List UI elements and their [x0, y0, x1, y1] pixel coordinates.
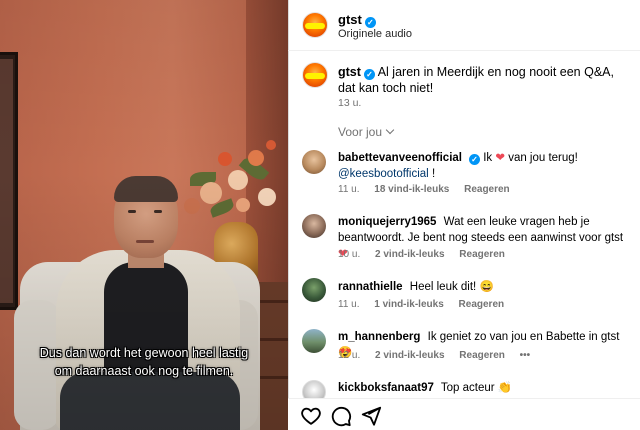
- share-icon[interactable]: [360, 405, 382, 427]
- comment-body: !: [431, 168, 436, 180]
- comment-sort-label: Voor jou: [338, 125, 383, 139]
- video-subtitle-line: om daarnaast ook nog te filmen.: [54, 364, 234, 378]
- comment-meta: 11 u. 1 vind-ik-leuks Reageren: [338, 299, 516, 310]
- caption-avatar[interactable]: [302, 62, 328, 88]
- comment-body: Ik: [483, 152, 493, 164]
- comment-likes[interactable]: 18 vind-ik-leuks: [374, 184, 449, 195]
- caption: gtst ✓ Al jaren in Meerdijk en nog nooit …: [338, 64, 634, 96]
- account-avatar[interactable]: [302, 12, 328, 38]
- chevron-down-icon: [385, 125, 395, 135]
- comment-username[interactable]: moniquejerry1965: [338, 216, 436, 228]
- comment-username[interactable]: babettevanveenofficial: [338, 152, 462, 164]
- reply-button[interactable]: Reageren: [464, 184, 510, 195]
- comment-avatar[interactable]: [302, 150, 326, 174]
- caption-time: 13 u.: [338, 97, 362, 109]
- comment-avatar[interactable]: [302, 329, 326, 353]
- comment-avatar[interactable]: [302, 214, 326, 238]
- comment-time: 10 u.: [338, 249, 361, 260]
- comment-username[interactable]: m_hannenberg: [338, 331, 420, 343]
- comment-text: rannathielle Heel leuk dit! 😄: [338, 279, 630, 295]
- comment-body: van jou terug!: [508, 152, 578, 164]
- comment-time: 11 u.: [338, 184, 360, 195]
- verified-icon: ✓: [468, 154, 480, 165]
- comment-likes[interactable]: 2 vind-ik-leuks: [375, 350, 444, 361]
- comment-username[interactable]: kickboksfanaat97: [338, 382, 434, 394]
- reply-button[interactable]: Reageren: [459, 299, 505, 310]
- more-icon[interactable]: •••: [520, 350, 531, 361]
- laughing-emoji: 😄: [479, 281, 494, 293]
- reply-button[interactable]: Reageren: [459, 350, 505, 361]
- divider: [288, 50, 640, 51]
- account-name-row[interactable]: gtst ✓: [338, 12, 376, 28]
- clap-emoji: 👏: [497, 382, 513, 394]
- verified-icon: ✓: [363, 69, 375, 80]
- comment-body: Ik geniet zo van jou en Babette in gtst: [427, 331, 620, 343]
- audio-label[interactable]: Originele audio: [338, 28, 412, 40]
- caption-text: Al jaren in Meerdijk en nog nooit een Q&…: [338, 65, 614, 95]
- account-name[interactable]: gtst: [338, 12, 362, 27]
- reply-button[interactable]: Reageren: [459, 249, 505, 260]
- comment-time: 12 u.: [338, 350, 361, 361]
- comment-meta: 10 u. 2 vind-ik-leuks Reageren: [338, 249, 517, 260]
- verified-icon: ✓: [364, 17, 376, 28]
- mention-link[interactable]: @keesbootofficial: [338, 168, 429, 180]
- comment-time: 11 u.: [338, 299, 360, 310]
- comment-username[interactable]: rannathielle: [338, 281, 403, 293]
- caption-username[interactable]: gtst: [338, 65, 361, 79]
- comment-likes[interactable]: 2 vind-ik-leuks: [375, 249, 444, 260]
- comment-icon[interactable]: [330, 405, 352, 427]
- video-player[interactable]: Dus dan wordt het gewoon heel lastig om …: [0, 0, 288, 430]
- comment-meta: 11 u. 18 vind-ik-leuks Reageren: [338, 184, 522, 195]
- comment-body: Heel leuk dit!: [409, 281, 477, 293]
- comment-likes[interactable]: 1 vind-ik-leuks: [374, 299, 443, 310]
- video-subtitle-line: Dus dan wordt het gewoon heel lastig: [39, 346, 249, 360]
- comment-body: Top acteur: [440, 382, 495, 394]
- heart-emoji: ❤: [495, 152, 505, 164]
- comment-meta: 12 u. 2 vind-ik-leuks Reageren •••: [338, 350, 542, 361]
- comment-avatar[interactable]: [302, 278, 326, 302]
- heart-icon[interactable]: [300, 405, 322, 427]
- comment-text: kickboksfanaat97 Top acteur 👏: [338, 380, 630, 396]
- comment-text: babettevanveenofficial ✓ Ik ❤ van jou ter…: [338, 150, 630, 182]
- comment-sort-dropdown[interactable]: Voor jou: [338, 125, 395, 139]
